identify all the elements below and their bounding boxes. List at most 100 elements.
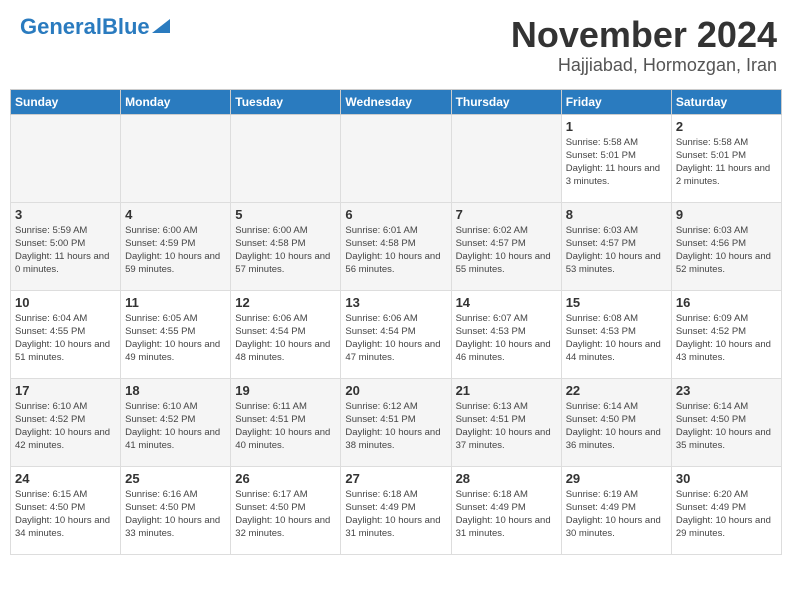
calendar-cell: 26Sunrise: 6:17 AMSunset: 4:50 PMDayligh… xyxy=(231,466,341,554)
col-header-friday: Friday xyxy=(561,89,671,114)
day-info: Sunrise: 6:15 AMSunset: 4:50 PMDaylight:… xyxy=(15,488,116,541)
day-info: Sunrise: 6:12 AMSunset: 4:51 PMDaylight:… xyxy=(345,400,446,453)
calendar-cell: 9Sunrise: 6:03 AMSunset: 4:56 PMDaylight… xyxy=(671,202,781,290)
calendar-cell xyxy=(341,114,451,202)
col-header-sunday: Sunday xyxy=(11,89,121,114)
day-number: 17 xyxy=(15,383,116,398)
day-number: 11 xyxy=(125,295,226,310)
calendar-cell: 12Sunrise: 6:06 AMSunset: 4:54 PMDayligh… xyxy=(231,290,341,378)
calendar-cell: 7Sunrise: 6:02 AMSunset: 4:57 PMDaylight… xyxy=(451,202,561,290)
day-number: 16 xyxy=(676,295,777,310)
day-number: 29 xyxy=(566,471,667,486)
calendar-cell: 13 Sunrise: 6:06 AMSunset: 4:54 PMDayligh… xyxy=(341,290,451,378)
day-info: Sunrise: 6:20 AMSunset: 4:49 PMDaylight:… xyxy=(676,488,777,541)
day-number: 28 xyxy=(456,471,557,486)
day-info: Sunrise: 5:59 AMSunset: 5:00 PMDaylight:… xyxy=(15,224,116,277)
calendar-cell: 19Sunrise: 6:11 AMSunset: 4:51 PMDayligh… xyxy=(231,378,341,466)
calendar-week-3: 10Sunrise: 6:04 AMSunset: 4:55 PMDayligh… xyxy=(11,290,782,378)
day-number: 6 xyxy=(345,207,446,222)
logo-general: General xyxy=(20,14,102,39)
day-number: 13 xyxy=(345,295,446,310)
day-number: 3 xyxy=(15,207,116,222)
day-number: 22 xyxy=(566,383,667,398)
day-number: 23 xyxy=(676,383,777,398)
day-info: Sunrise: 6:08 AMSunset: 4:53 PMDaylight:… xyxy=(566,312,667,365)
day-number: 18 xyxy=(125,383,226,398)
day-number: 10 xyxy=(15,295,116,310)
day-info: Sunrise: 6:14 AMSunset: 4:50 PMDaylight:… xyxy=(566,400,667,453)
day-number: 14 xyxy=(456,295,557,310)
calendar-cell: 2 Sunrise: 5:58 AMSunset: 5:01 PMDaylight… xyxy=(671,114,781,202)
calendar-cell: 10Sunrise: 6:04 AMSunset: 4:55 PMDayligh… xyxy=(11,290,121,378)
calendar-cell: 17Sunrise: 6:10 AMSunset: 4:52 PMDayligh… xyxy=(11,378,121,466)
day-info: Sunrise: 6:06 AMSunset: 4:54 PMDaylight:… xyxy=(345,312,446,365)
header-row: SundayMondayTuesdayWednesdayThursdayFrid… xyxy=(11,89,782,114)
day-info: Sunrise: 6:01 AMSunset: 4:58 PMDaylight:… xyxy=(345,224,446,277)
calendar-week-1: 1Sunrise: 5:58 AMSunset: 5:01 PMDaylight… xyxy=(11,114,782,202)
col-header-monday: Monday xyxy=(121,89,231,114)
calendar-cell: 27 Sunrise: 6:18 AMSunset: 4:49 PMDayligh… xyxy=(341,466,451,554)
month-title: November 2024 xyxy=(511,15,777,55)
day-info: Sunrise: 6:07 AMSunset: 4:53 PMDaylight:… xyxy=(456,312,557,365)
calendar-cell: 5 Sunrise: 6:00 AMSunset: 4:58 PMDaylight… xyxy=(231,202,341,290)
day-info: Sunrise: 6:14 AMSunset: 4:50 PMDaylight:… xyxy=(676,400,777,453)
day-info: Sunrise: 6:10 AMSunset: 4:52 PMDaylight:… xyxy=(125,400,226,453)
col-header-saturday: Saturday xyxy=(671,89,781,114)
calendar-cell: 23 Sunrise: 6:14 AMSunset: 4:50 PMDayligh… xyxy=(671,378,781,466)
day-number: 2 xyxy=(676,119,777,134)
day-info: Sunrise: 6:03 AMSunset: 4:57 PMDaylight:… xyxy=(566,224,667,277)
day-info: Sunrise: 5:58 AMSunset: 5:01 PMDaylight:… xyxy=(676,136,777,189)
day-number: 24 xyxy=(15,471,116,486)
calendar-cell: 21 Sunrise: 6:13 AMSunset: 4:51 PMDayligh… xyxy=(451,378,561,466)
calendar-cell: 11 Sunrise: 6:05 AMSunset: 4:55 PMDayligh… xyxy=(121,290,231,378)
calendar-cell: 25 Sunrise: 6:16 AMSunset: 4:50 PMDayligh… xyxy=(121,466,231,554)
day-number: 19 xyxy=(235,383,336,398)
logo-blue: Blue xyxy=(102,14,150,39)
calendar-cell: 24 Sunrise: 6:15 AMSunset: 4:50 PMDayligh… xyxy=(11,466,121,554)
day-info: Sunrise: 6:00 AMSunset: 4:59 PMDaylight:… xyxy=(125,224,226,277)
col-header-wednesday: Wednesday xyxy=(341,89,451,114)
calendar-cell xyxy=(121,114,231,202)
day-info: Sunrise: 6:18 AMSunset: 4:49 PMDaylight:… xyxy=(456,488,557,541)
day-number: 9 xyxy=(676,207,777,222)
calendar-cell: 20 Sunrise: 6:12 AMSunset: 4:51 PMDayligh… xyxy=(341,378,451,466)
day-info: Sunrise: 6:19 AMSunset: 4:49 PMDaylight:… xyxy=(566,488,667,541)
calendar-cell: 8 Sunrise: 6:03 AMSunset: 4:57 PMDaylight… xyxy=(561,202,671,290)
day-number: 8 xyxy=(566,207,667,222)
day-info: Sunrise: 6:06 AMSunset: 4:54 PMDaylight:… xyxy=(235,312,336,365)
day-number: 26 xyxy=(235,471,336,486)
col-header-tuesday: Tuesday xyxy=(231,89,341,114)
day-info: Sunrise: 6:09 AMSunset: 4:52 PMDaylight:… xyxy=(676,312,777,365)
day-info: Sunrise: 6:13 AMSunset: 4:51 PMDaylight:… xyxy=(456,400,557,453)
logo-text: GeneralBlue xyxy=(20,16,150,38)
calendar-table: SundayMondayTuesdayWednesdayThursdayFrid… xyxy=(10,89,782,555)
location-title: Hajjiabad, Hormozgan, Iran xyxy=(511,55,777,76)
day-number: 25 xyxy=(125,471,226,486)
day-info: Sunrise: 5:58 AMSunset: 5:01 PMDaylight:… xyxy=(566,136,667,189)
calendar-cell: 4 Sunrise: 6:00 AMSunset: 4:59 PMDaylight… xyxy=(121,202,231,290)
col-header-thursday: Thursday xyxy=(451,89,561,114)
day-number: 5 xyxy=(235,207,336,222)
calendar-cell: 28 Sunrise: 6:18 AMSunset: 4:49 PMDayligh… xyxy=(451,466,561,554)
calendar-cell: 22 Sunrise: 6:14 AMSunset: 4:50 PMDayligh… xyxy=(561,378,671,466)
day-info: Sunrise: 6:00 AMSunset: 4:58 PMDaylight:… xyxy=(235,224,336,277)
day-number: 4 xyxy=(125,207,226,222)
calendar-cell: 3 Sunrise: 5:59 AMSunset: 5:00 PMDaylight… xyxy=(11,202,121,290)
day-number: 27 xyxy=(345,471,446,486)
logo: GeneralBlue xyxy=(20,15,170,38)
calendar-cell: 18 Sunrise: 6:10 AMSunset: 4:52 PMDayligh… xyxy=(121,378,231,466)
day-info: Sunrise: 6:05 AMSunset: 4:55 PMDaylight:… xyxy=(125,312,226,365)
logo-icon xyxy=(152,15,170,33)
day-number: 30 xyxy=(676,471,777,486)
calendar-cell: 16 Sunrise: 6:09 AMSunset: 4:52 PMDayligh… xyxy=(671,290,781,378)
calendar-cell: 15Sunrise: 6:08 AMSunset: 4:53 PMDayligh… xyxy=(561,290,671,378)
day-number: 21 xyxy=(456,383,557,398)
day-info: Sunrise: 6:16 AMSunset: 4:50 PMDaylight:… xyxy=(125,488,226,541)
day-info: Sunrise: 6:02 AMSunset: 4:57 PMDaylight:… xyxy=(456,224,557,277)
day-number: 20 xyxy=(345,383,446,398)
calendar-week-5: 24 Sunrise: 6:15 AMSunset: 4:50 PMDayligh… xyxy=(11,466,782,554)
calendar-week-4: 17 Sunrise: 6:10 AMSunset: 4:52 PMDayligh… xyxy=(11,378,782,466)
calendar-cell: 29 Sunrise: 6:19 AMSunset: 4:49 PMDayligh… xyxy=(561,466,671,554)
calendar-cell: 6 Sunrise: 6:01 AMSunset: 4:58 PMDaylight… xyxy=(341,202,451,290)
day-info: Sunrise: 6:18 AMSunset: 4:49 PMDaylight:… xyxy=(345,488,446,541)
